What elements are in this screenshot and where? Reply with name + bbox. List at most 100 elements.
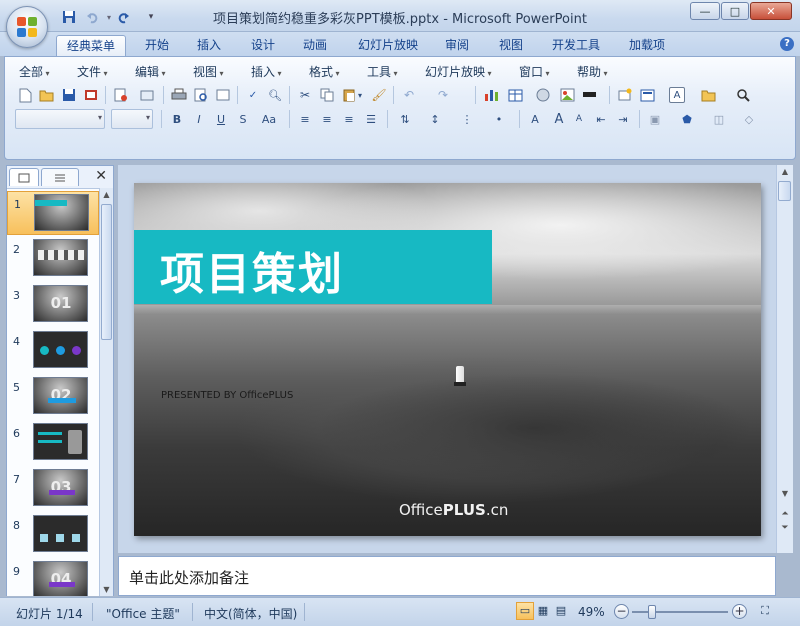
align-left-icon[interactable]: ≡ xyxy=(295,109,315,129)
slide-thumbnail[interactable]: 1 xyxy=(7,191,99,235)
tab-slideshow[interactable]: 幻灯片放映 xyxy=(350,35,426,56)
numbering-icon[interactable]: ⋮ xyxy=(457,109,477,129)
decrease-indent-icon[interactable]: ⇤ xyxy=(591,109,611,129)
outline-tab[interactable] xyxy=(41,168,79,186)
quick-styles-icon[interactable]: ◫ xyxy=(709,109,729,129)
theme-name[interactable]: "Office 主题" xyxy=(106,605,180,622)
clip-art-icon[interactable] xyxy=(533,85,553,105)
menu-file[interactable]: 文件 xyxy=(77,63,108,80)
paste-dropdown-icon[interactable]: ▾ xyxy=(355,85,365,105)
scrollbar-thumb[interactable] xyxy=(778,181,791,201)
font-size-combo[interactable]: ▾ xyxy=(111,109,153,129)
previous-slide-icon[interactable]: ⏶ xyxy=(777,509,793,519)
insert-table-icon[interactable] xyxy=(505,85,525,105)
maximize-button[interactable]: □ xyxy=(721,2,749,20)
folder-icon[interactable] xyxy=(699,85,719,105)
shadow-button[interactable]: S xyxy=(233,109,253,129)
notes-pane[interactable]: 单击此处添加备注 xyxy=(118,556,776,596)
slide-thumbnail[interactable]: 6 xyxy=(7,421,99,465)
font-color-button[interactable]: A xyxy=(525,109,545,129)
redo-icon[interactable]: ↷ xyxy=(433,85,453,105)
slide-thumbnail[interactable]: 5 02 xyxy=(7,375,99,419)
menu-all[interactable]: 全部 xyxy=(19,63,50,80)
shape-fill-icon[interactable]: ◇ xyxy=(739,109,759,129)
shapes-icon[interactable]: ⬟ xyxy=(677,109,697,129)
print-preview-icon[interactable] xyxy=(191,85,211,105)
scrollbar-thumb[interactable] xyxy=(101,204,112,340)
language-status[interactable]: 中文(简体，中国) xyxy=(204,605,297,622)
close-button[interactable]: ✕ xyxy=(750,2,792,20)
next-slide-icon[interactable]: ⏷ xyxy=(777,523,793,533)
slide-thumbnail[interactable]: 7 03 xyxy=(7,467,99,511)
menu-format[interactable]: 格式 xyxy=(309,63,340,80)
bullets-icon[interactable]: • xyxy=(489,109,509,129)
research-icon[interactable]: 🔍︎ xyxy=(265,85,285,105)
print-icon[interactable] xyxy=(169,85,189,105)
shrink-font-button[interactable]: A xyxy=(569,109,589,129)
slides-tab[interactable] xyxy=(9,168,39,186)
menu-window[interactable]: 窗口 xyxy=(519,63,550,80)
slide-scrollbar[interactable]: ▲ ▼ ⏶ ⏷ xyxy=(776,165,793,553)
tab-addins[interactable]: 加载项 xyxy=(620,35,674,56)
text-direction-icon[interactable]: ⇅ xyxy=(395,109,415,129)
minimize-button[interactable]: — xyxy=(690,2,720,20)
slide-thumbnail[interactable]: 9 04 xyxy=(7,559,99,596)
normal-view-button[interactable]: ▭ xyxy=(516,602,534,620)
menu-tools[interactable]: 工具 xyxy=(367,63,398,80)
office-button[interactable] xyxy=(6,6,48,48)
save-icon[interactable] xyxy=(59,85,79,105)
normal-view-icon[interactable] xyxy=(213,85,233,105)
layout-icon[interactable] xyxy=(637,85,657,105)
tab-animations[interactable]: 动画 xyxy=(294,35,336,56)
copy-icon[interactable] xyxy=(317,85,337,105)
zoom-slider-thumb[interactable] xyxy=(648,605,656,619)
fit-to-window-icon[interactable]: ⛶ xyxy=(756,602,774,620)
tab-view[interactable]: 视图 xyxy=(490,35,532,56)
find-icon[interactable] xyxy=(733,85,753,105)
new-document-icon[interactable] xyxy=(15,85,35,105)
slide-canvas[interactable]: 项目策划 PRESENTED BY OfficePLUS OfficePLUS.… xyxy=(134,183,761,536)
underline-button[interactable]: U xyxy=(211,109,231,129)
tab-developer[interactable]: 开发工具 xyxy=(544,35,608,56)
text-box-icon[interactable]: A xyxy=(669,87,685,103)
menu-help[interactable]: 帮助 xyxy=(577,63,608,80)
tab-classic-menu[interactable]: 经典菜单 xyxy=(56,35,126,56)
font-name-combo[interactable]: ▾ xyxy=(15,109,105,129)
zoom-out-button[interactable]: − xyxy=(614,604,629,619)
increase-indent-icon[interactable]: ⇥ xyxy=(613,109,633,129)
tab-insert[interactable]: 插入 xyxy=(188,35,230,56)
menu-view[interactable]: 视图 xyxy=(193,63,224,80)
change-case-button[interactable]: Aa xyxy=(255,109,283,129)
align-right-icon[interactable]: ≡ xyxy=(339,109,359,129)
zoom-in-button[interactable]: + xyxy=(732,604,747,619)
italic-button[interactable]: I xyxy=(189,109,209,129)
new-slide-icon[interactable] xyxy=(615,85,635,105)
help-icon[interactable]: ? xyxy=(780,37,794,51)
format-painter-icon[interactable]: 🖌︎ xyxy=(369,85,389,105)
tab-review[interactable]: 审阅 xyxy=(436,35,478,56)
close-panel-icon[interactable]: ✕ xyxy=(95,168,107,184)
menu-insert[interactable]: 插入 xyxy=(251,63,282,80)
insert-chart-icon[interactable] xyxy=(481,85,501,105)
undo-icon[interactable]: ↶ xyxy=(399,85,419,105)
zoom-slider[interactable] xyxy=(632,611,728,613)
slide-title[interactable]: 项目策划 xyxy=(160,238,344,302)
tab-home[interactable]: 开始 xyxy=(136,35,178,56)
slide-thumbnail[interactable]: 3 01 xyxy=(7,283,99,327)
tab-design[interactable]: 设计 xyxy=(242,35,284,56)
slide-thumbnail[interactable]: 4 xyxy=(7,329,99,373)
presented-by-text[interactable]: PRESENTED BY OfficePLUS xyxy=(161,390,293,401)
zoom-level[interactable]: 49% xyxy=(578,605,605,619)
spelling-icon[interactable]: ✓ xyxy=(243,85,263,105)
open-folder-icon[interactable] xyxy=(37,85,57,105)
cut-icon[interactable]: ✂ xyxy=(295,85,315,105)
grow-font-button[interactable]: A xyxy=(549,109,569,129)
line-style-icon[interactable] xyxy=(579,85,599,105)
slideshow-button[interactable]: ▤ xyxy=(552,602,570,620)
picture-icon[interactable] xyxy=(557,85,577,105)
line-spacing-icon[interactable]: ↕ xyxy=(425,109,445,129)
slide-sorter-button[interactable]: ▦ xyxy=(534,602,552,620)
arrange-icon[interactable]: ▣ xyxy=(645,109,665,129)
menu-edit[interactable]: 编辑 xyxy=(135,63,166,80)
publish-icon[interactable] xyxy=(137,85,157,105)
